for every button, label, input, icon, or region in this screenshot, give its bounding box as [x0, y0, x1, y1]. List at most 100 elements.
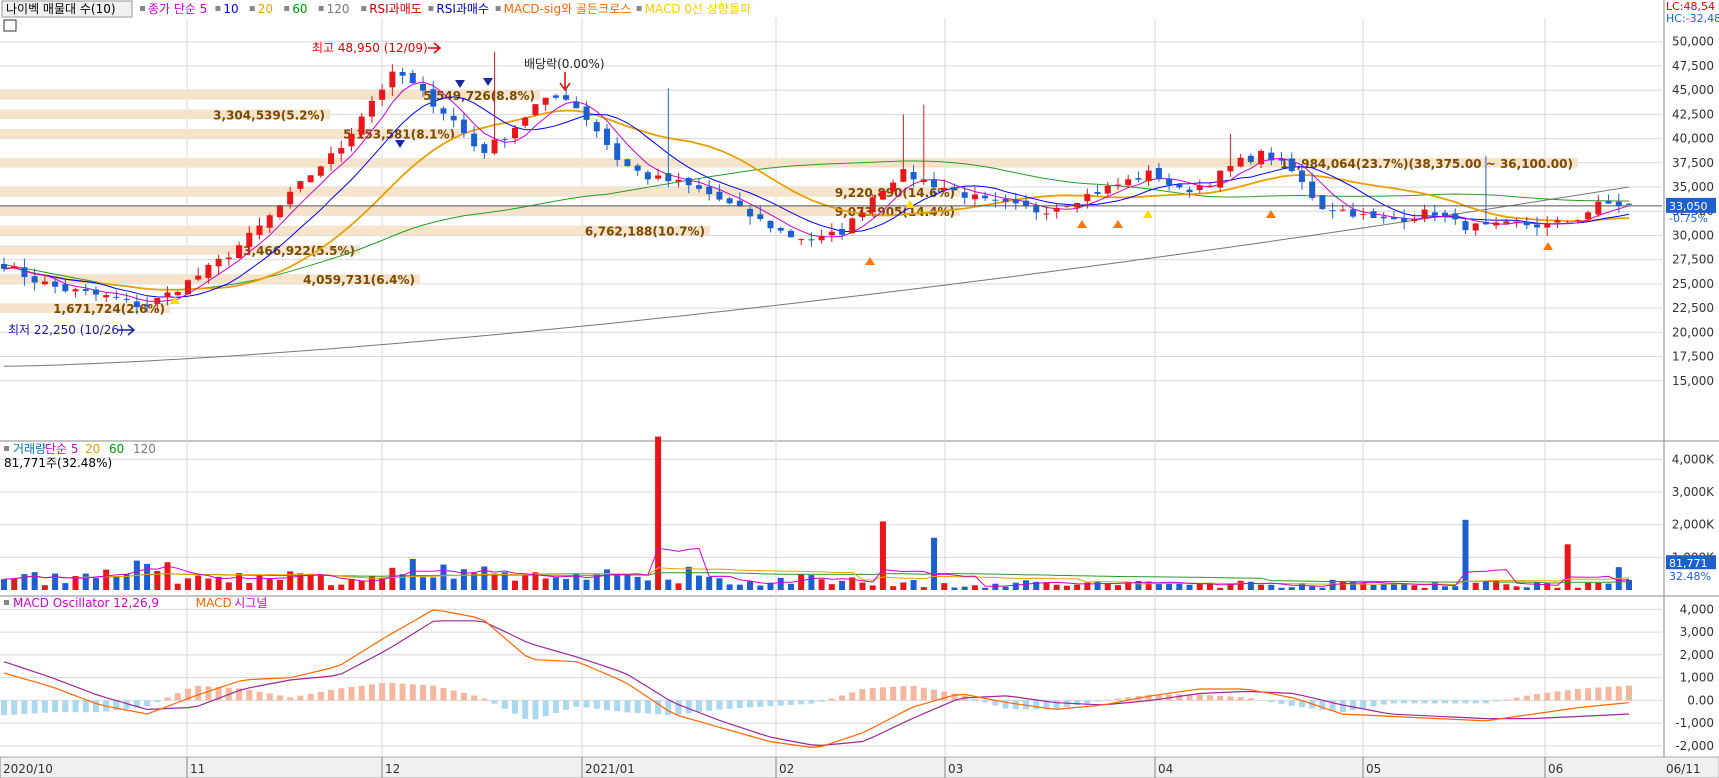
macd-oscillator-bar	[747, 700, 754, 708]
macd-oscillator-bar	[644, 700, 651, 714]
volume-bar	[675, 583, 682, 590]
volume-bar	[757, 585, 764, 590]
legend-item: 60	[292, 2, 307, 16]
volume-bar	[246, 583, 253, 590]
candle-body	[1094, 191, 1101, 194]
macd-oscillator-bar	[757, 700, 764, 707]
volume-bar	[266, 579, 273, 590]
month-label: 06	[1548, 762, 1563, 776]
macd-oscillator-bar	[849, 692, 856, 701]
volume-bar	[1094, 581, 1101, 590]
candle-body	[1084, 194, 1091, 202]
macd-oscillator-bar	[920, 687, 927, 701]
price-tick-label: 35,000	[1672, 180, 1714, 194]
candle-body	[1217, 170, 1224, 188]
candle-body	[1431, 212, 1438, 216]
legend-item: 종가 단순 5	[148, 2, 207, 16]
macd-oscillator-bar	[1564, 690, 1571, 701]
volume-bar	[644, 580, 651, 590]
macd-oscillator-bar	[1431, 700, 1438, 704]
macd-oscillator-bar	[1247, 698, 1254, 701]
volume-bar	[389, 567, 396, 590]
volume-bar	[82, 573, 89, 590]
macd-oscillator-bar	[532, 700, 539, 720]
volume-bar	[420, 577, 427, 590]
macd-oscillator-bar	[1503, 699, 1510, 701]
macd-oscillator-bar	[52, 700, 59, 713]
macd-oscillator-bar	[440, 687, 447, 701]
macd-oscillator-bar	[1493, 700, 1500, 702]
volume-bar	[1411, 585, 1418, 590]
candle-body	[1125, 179, 1132, 186]
candle-body	[1298, 170, 1305, 183]
candle-body	[348, 133, 355, 147]
legend-square-icon	[140, 6, 145, 11]
candle-body	[1370, 211, 1377, 219]
candle-body	[593, 122, 600, 132]
candle-body	[1247, 155, 1254, 163]
candle-body	[440, 108, 447, 114]
candle-body	[1544, 223, 1551, 228]
candle-body	[542, 97, 549, 105]
macd-oscillator-bar	[62, 700, 69, 713]
candle-body	[450, 115, 457, 121]
candle-body	[195, 275, 202, 280]
macd-oscillator-bar	[1350, 700, 1357, 711]
macd-tick-label: 0.00	[1687, 693, 1714, 707]
price-tick-label: 17,500	[1672, 350, 1714, 364]
volume-bar	[460, 569, 467, 590]
candle-body	[123, 298, 130, 300]
volume-bar	[1278, 587, 1285, 590]
candle-body	[1523, 221, 1530, 226]
volume-value: 81,771주(32.48%)	[4, 456, 112, 470]
candle-body	[1104, 185, 1111, 194]
candle-body	[82, 289, 89, 291]
candle-body	[1493, 222, 1500, 226]
macd-oscillator-bar	[1104, 699, 1111, 701]
macd-oscillator-bar	[1, 700, 7, 716]
macd-oscillator-bar	[736, 700, 743, 709]
volume-bar	[1309, 586, 1316, 590]
volume-bar	[787, 583, 794, 590]
candle-body	[1503, 221, 1510, 224]
volume-legend-item: 20	[85, 442, 100, 456]
candle-body	[1329, 210, 1336, 212]
candle-body	[11, 266, 18, 268]
volume-bar	[951, 587, 958, 590]
volume-bar	[603, 569, 610, 590]
candle-body	[368, 100, 375, 117]
volume-bar	[1074, 584, 1081, 590]
macd-oscillator-bar	[1462, 700, 1469, 704]
candle-body	[563, 95, 570, 100]
candle-body	[1411, 219, 1418, 222]
volume-bar	[103, 569, 110, 590]
volume-bar	[11, 578, 18, 590]
candle-body	[21, 267, 28, 277]
macd-oscillator-bar	[1554, 691, 1561, 701]
month-label: 12	[385, 762, 400, 776]
price-zone-label: 1,671,724(2.6%)	[53, 302, 165, 316]
volume-bar	[1268, 584, 1275, 590]
volume-bar	[307, 573, 314, 590]
candle-body	[1309, 181, 1316, 198]
candle-body	[1288, 158, 1295, 172]
macd-tick-label: -1,000	[1675, 716, 1714, 730]
macd-oscillator-bar	[634, 700, 641, 713]
volume-bar	[144, 563, 151, 590]
macd-oscillator-bar	[460, 692, 467, 701]
volume-bar	[910, 580, 917, 590]
candle-body	[317, 166, 324, 176]
legend-square-icon	[361, 6, 367, 11]
volume-legend-item: 단순 5	[45, 442, 79, 456]
volume-bar	[348, 578, 355, 590]
macd-oscillator-bar	[358, 685, 365, 701]
month-label: 2020/10	[3, 762, 53, 776]
legend-item: RSI과매도	[369, 2, 422, 16]
candle-body	[603, 128, 610, 145]
macd-oscillator-bar	[1390, 700, 1397, 704]
macd-oscillator-bar	[1472, 700, 1479, 704]
macd-oscillator-bar	[512, 700, 519, 714]
macd-oscillator-bar	[573, 700, 580, 707]
volume-bar	[614, 574, 621, 590]
month-label: 02	[779, 762, 794, 776]
